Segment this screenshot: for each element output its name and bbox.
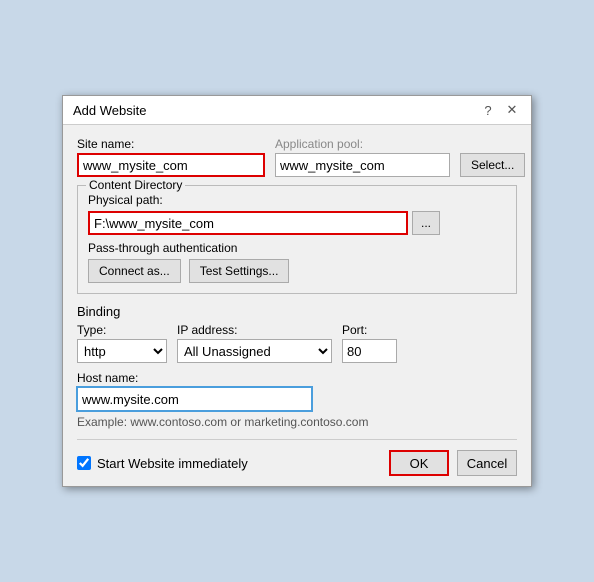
footer-row: Start Website immediately OK Cancel [77, 450, 517, 476]
site-name-label: Site name: [77, 137, 265, 151]
app-pool-group: Application pool: [275, 137, 450, 177]
dialog-buttons: OK Cancel [389, 450, 517, 476]
separator [77, 439, 517, 440]
content-directory-title: Content Directory [86, 178, 185, 192]
help-icon[interactable]: ? [479, 103, 497, 118]
start-website-checkbox-label[interactable]: Start Website immediately [77, 456, 248, 471]
physical-path-input[interactable] [88, 211, 408, 235]
hostname-group: Host name: [77, 371, 517, 411]
binding-section: Binding Type: http https ftp IP address:… [77, 304, 517, 429]
close-icon[interactable]: ✕ [503, 102, 521, 118]
app-pool-label: Application pool: [275, 137, 450, 151]
type-select[interactable]: http https ftp [77, 339, 167, 363]
select-button[interactable]: Select... [460, 153, 525, 177]
binding-title: Binding [77, 304, 517, 319]
physical-path-label: Physical path: [88, 193, 163, 207]
hostname-label: Host name: [77, 371, 517, 385]
type-group: Type: http https ftp [77, 323, 167, 363]
type-label: Type: [77, 323, 167, 337]
connect-as-button[interactable]: Connect as... [88, 259, 181, 283]
title-bar: Add Website ? ✕ [63, 96, 531, 125]
start-website-checkbox[interactable] [77, 456, 91, 470]
passthrough-label: Pass-through authentication [88, 241, 506, 255]
browse-button[interactable]: ... [412, 211, 440, 235]
port-label: Port: [342, 323, 397, 337]
site-name-group: Site name: [77, 137, 265, 177]
site-name-input[interactable] [77, 153, 265, 177]
cancel-button[interactable]: Cancel [457, 450, 517, 476]
start-website-label: Start Website immediately [97, 456, 248, 471]
binding-row: Type: http https ftp IP address: All Una… [77, 323, 517, 363]
physical-path-row: ... [88, 211, 506, 235]
hostname-input[interactable] [77, 387, 312, 411]
port-group: Port: [342, 323, 397, 363]
site-name-app-pool-row: Site name: Application pool: Select... [77, 137, 517, 177]
test-settings-button[interactable]: Test Settings... [189, 259, 290, 283]
auth-buttons-row: Connect as... Test Settings... [88, 259, 506, 283]
content-directory-group: Content Directory Physical path: ... Pas… [77, 185, 517, 294]
ok-button[interactable]: OK [389, 450, 449, 476]
title-bar-controls: ? ✕ [479, 102, 521, 118]
example-text: Example: www.contoso.com or marketing.co… [77, 415, 517, 429]
dialog-title: Add Website [73, 103, 146, 118]
dialog-body: Site name: Application pool: Select... C… [63, 125, 531, 486]
port-input[interactable] [342, 339, 397, 363]
app-pool-input[interactable] [275, 153, 450, 177]
ip-select[interactable]: All Unassigned [177, 339, 332, 363]
add-website-dialog: Add Website ? ✕ Site name: Application p… [62, 95, 532, 487]
ip-group: IP address: All Unassigned [177, 323, 332, 363]
ip-label: IP address: [177, 323, 332, 337]
